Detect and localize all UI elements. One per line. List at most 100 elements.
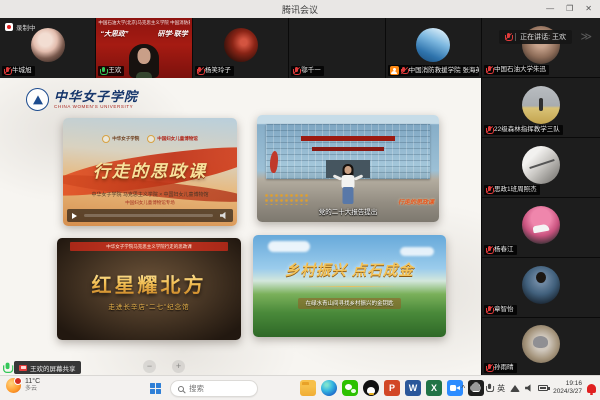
collapse-sidebar-icon[interactable]: ≫ xyxy=(580,31,592,43)
avatar xyxy=(522,206,560,244)
video-tile-yangchunjiang[interactable]: 杨春江 xyxy=(482,198,600,257)
video-thumbnail-campus-report[interactable]: 行走的思政课 党的二十大报告提出 xyxy=(257,115,439,222)
weather-widget[interactable]: 11°C 多云 xyxy=(6,378,40,393)
video-title: 乡村振兴 点石成金 xyxy=(253,259,446,280)
progress-bar[interactable] xyxy=(84,214,213,217)
video-tile-zhangzhiyi[interactable]: 章智怡 xyxy=(482,258,600,317)
speaking-label: 正在讲话: 王欢 xyxy=(520,32,566,42)
zoom-out-button[interactable]: − xyxy=(143,360,156,373)
video-subtitle-2: 中国妇女儿童博物馆专场 xyxy=(63,200,237,206)
notification-bell-icon[interactable] xyxy=(587,384,596,393)
battery-icon[interactable] xyxy=(538,385,548,391)
video-tile-zhanghaiying[interactable]: 中国消防救援学院 张海英 xyxy=(386,18,481,78)
avatar xyxy=(522,146,560,184)
file-explorer-icon[interactable] xyxy=(300,380,316,396)
seal-icon xyxy=(147,135,155,143)
ime-indicator[interactable]: 英 xyxy=(497,383,505,394)
search-icon xyxy=(178,386,184,392)
qq-icon[interactable] xyxy=(363,380,379,396)
maximize-button[interactable]: ❐ xyxy=(566,0,573,18)
powerpoint-icon[interactable]: P xyxy=(384,380,400,396)
tray-mic-icon[interactable] xyxy=(486,384,492,392)
university-logo: 中华女子学院 CHINA WOMEN'S UNIVERSITY xyxy=(26,88,138,111)
word-icon[interactable]: W xyxy=(405,380,421,396)
mic-muted-icon xyxy=(401,67,407,75)
video-tile-zhuxun[interactable]: 中国石油大学朱迅 xyxy=(482,18,600,77)
sharer-mic-icon xyxy=(3,363,11,373)
zoom-in-button[interactable]: + xyxy=(172,360,185,373)
mic-live-icon xyxy=(100,67,106,75)
screen-share-label[interactable]: 王欢的屏幕共享 xyxy=(14,361,81,374)
start-button[interactable] xyxy=(150,383,161,394)
video-tile-wanghuan[interactable]: 中国石油大学(北京)马克思主义学院 中国消防救援学院政治工作系 “大思政” 研学… xyxy=(96,18,191,78)
excel-icon[interactable]: X xyxy=(426,380,442,396)
clock-time: 19:16 xyxy=(553,380,582,388)
volume-icon[interactable] xyxy=(525,384,533,392)
system-tray: ^ 英 19:16 2024/3/27 xyxy=(461,376,596,400)
wifi-icon[interactable] xyxy=(510,385,520,392)
avatar xyxy=(31,28,65,62)
speaking-indicator: 正在讲话: 王欢 xyxy=(499,30,572,44)
video-tile-sizheng-class[interactable]: 思政1班周照杰 xyxy=(482,138,600,197)
video-thumbnail-walking-course[interactable]: 中华女子学院 中国妇女儿童博物馆 行走的思政课 中华女子学院 马克思主义学院 ×… xyxy=(63,118,237,226)
participant-name-tag: 杨春江 xyxy=(484,245,517,255)
wechat-icon[interactable] xyxy=(342,380,358,396)
taskbar-clock[interactable]: 19:16 2024/3/27 xyxy=(553,380,582,396)
video-thumbnail-rural-revitalization[interactable]: 乡村振兴 点石成金 在绿水青山间寻找乡村振兴的金钥匙 xyxy=(253,235,446,337)
video-tile-sunyuqing[interactable]: 孙雨晴 xyxy=(482,318,600,375)
mic-muted-icon xyxy=(486,364,492,372)
shared-screen: 中华女子学院 CHINA WOMEN'S UNIVERSITY 中华女子学院 中… xyxy=(0,78,481,375)
mic-muted-icon xyxy=(486,126,492,134)
participant-name-tag: 鄂千一 xyxy=(291,66,324,76)
participant-name-tag: 杨笑玲子 xyxy=(195,66,234,76)
volume-icon[interactable] xyxy=(220,212,228,220)
mic-muted-icon xyxy=(486,66,492,74)
video-tile-niuchengxu[interactable]: 录制中 牛城旭 xyxy=(0,18,95,78)
backdrop-text-line2: “大思政” 研学·联学 xyxy=(100,29,187,39)
play-icon[interactable] xyxy=(72,213,77,219)
speaker-silhouette xyxy=(122,42,166,78)
recording-indicator: 录制中 xyxy=(5,22,36,32)
weather-temp: 11°C xyxy=(25,378,40,386)
video-top-banner: 中华女子学院马克思主义学院行走的思政课 xyxy=(70,242,228,251)
participant-name-tag: 孙雨晴 xyxy=(484,363,517,373)
avatar xyxy=(320,28,354,62)
window-titlebar: 腾讯会议 — ❐ ✕ xyxy=(0,0,600,18)
avatar xyxy=(522,325,560,363)
meeting-area: 录制中 牛城旭 中国石油大学(北京)马克思主义学院 中国消防救援学院政治工作系 … xyxy=(0,18,600,375)
edge-browser-icon[interactable] xyxy=(321,380,337,396)
avatar xyxy=(224,28,258,62)
weather-desc: 多云 xyxy=(25,386,40,393)
video-strip: 录制中 牛城旭 中国石油大学(北京)马克思主义学院 中国消防救援学院政治工作系 … xyxy=(0,18,481,78)
video-subtitle: 在绿水青山间寻找乡村振兴的金钥匙 xyxy=(253,292,446,310)
cloud-graphic xyxy=(400,247,434,256)
search-input[interactable] xyxy=(189,384,250,393)
university-seal-icon xyxy=(26,88,49,111)
divider xyxy=(515,33,516,41)
ornament-divider xyxy=(301,286,398,287)
participant-name-tag: 中国消防救援学院 张海英 xyxy=(388,65,480,76)
clock-date: 2024/3/27 xyxy=(553,388,582,396)
hidden-icons-chevron[interactable]: ^ xyxy=(461,384,465,393)
video-tile-eqianyi[interactable]: 鄂千一 xyxy=(289,18,384,78)
logo-badges-row: 中华女子学院 中国妇女儿童博物馆 xyxy=(63,135,237,143)
close-button[interactable]: ✕ xyxy=(585,0,592,18)
backdrop-text-line1: 中国石油大学(北京)马克思主义学院 中国消防救援学院政治工作系 xyxy=(98,20,189,26)
taskbar-search[interactable] xyxy=(170,380,258,397)
mic-muted-icon xyxy=(486,246,492,254)
avatar xyxy=(522,86,560,124)
video-thumbnail-red-star[interactable]: 中华女子学院马克思主义学院行走的思政课 红星耀北方 走进长辛店“二七”纪念馆 xyxy=(57,238,241,340)
video-title: 红星耀北方 xyxy=(57,269,241,298)
video-tile-yangxiaolingzi[interactable]: 杨笑玲子 xyxy=(193,18,288,78)
university-name-en: CHINA WOMEN'S UNIVERSITY xyxy=(54,104,138,109)
building-banner xyxy=(301,136,396,141)
recording-icon xyxy=(5,23,13,31)
minimize-button[interactable]: — xyxy=(546,0,554,18)
university-name-cn: 中华女子学院 xyxy=(54,90,138,103)
video-tile-forest-class[interactable]: 22级森林指挥教学三队 xyxy=(482,78,600,137)
participant-name-tag: 思政1班周照杰 xyxy=(484,185,540,195)
onedrive-icon[interactable] xyxy=(470,385,481,391)
mic-muted-icon xyxy=(486,306,492,314)
video-subtitle: 中华女子学院 马克思主义学院 × 中国妇女儿童博物馆 xyxy=(63,191,237,198)
seal-icon xyxy=(102,135,110,143)
